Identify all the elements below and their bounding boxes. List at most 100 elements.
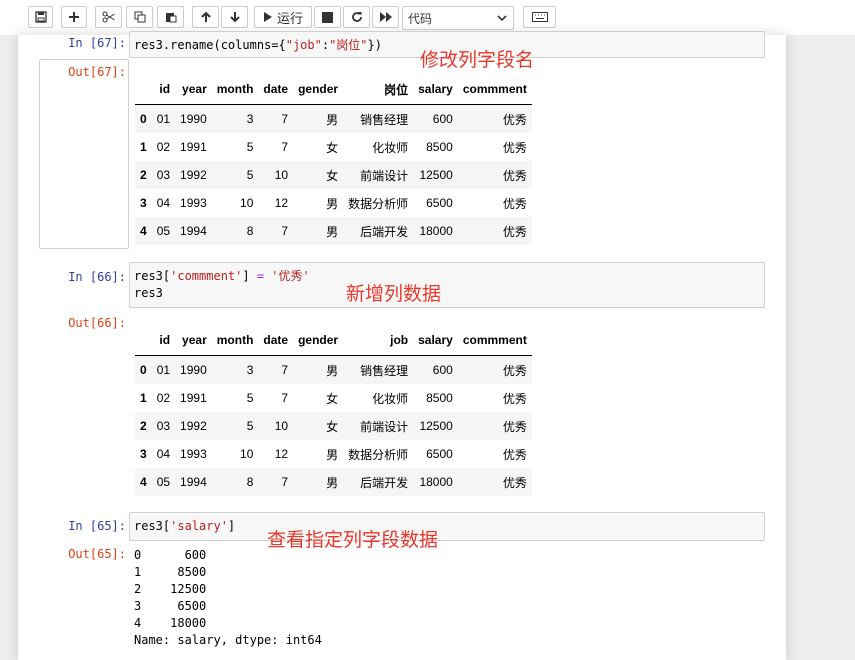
table-cell: 1993 xyxy=(180,196,207,210)
keyboard-icon xyxy=(531,12,548,22)
column-header: commment xyxy=(457,325,532,356)
code-string: 'salary' xyxy=(170,519,228,533)
column-header: year xyxy=(175,325,212,356)
table-row: 3 04 1993 10 12 男数据分析师 6500 优秀 xyxy=(135,189,532,217)
table-cell: 前端设计 xyxy=(360,419,409,434)
cell-type-select[interactable]: 代码 xyxy=(402,6,514,30)
column-header: date xyxy=(258,74,294,105)
table-cell: 男 xyxy=(326,196,339,211)
output-collapse-toggle[interactable] xyxy=(39,59,129,249)
table-cell: 女 xyxy=(326,140,339,155)
column-header xyxy=(135,325,152,356)
code-text: res3 xyxy=(134,286,163,300)
table-cell: 1990 xyxy=(180,363,207,377)
table-cell: 女 xyxy=(326,168,339,183)
table-cell: 7 xyxy=(281,475,289,489)
table-row: 0 01 1990 3 7 男 销售经理 600 优秀 xyxy=(135,104,532,133)
code-cell-65[interactable]: res3['salary'] xyxy=(129,512,765,541)
table-cell: 02 xyxy=(156,391,171,405)
code-cell-66[interactable]: res3['commment'] = '优秀' res3 xyxy=(129,262,765,308)
table-cell: 5 xyxy=(246,419,254,433)
cut-button[interactable] xyxy=(95,6,122,28)
annotation-rename: 修改列字段名 xyxy=(420,49,535,71)
table-cell: 6500 xyxy=(426,196,453,210)
table-cell: 优秀 xyxy=(502,196,527,211)
table-cell: 销售经理 xyxy=(360,363,409,378)
save-icon xyxy=(34,11,47,23)
column-header: gender xyxy=(293,74,344,105)
chevron-down-icon xyxy=(497,15,507,22)
insert-cell-button[interactable] xyxy=(61,6,87,28)
code-text: res3.rename(columns={ xyxy=(134,38,286,52)
row-index: 2 xyxy=(140,419,147,433)
series-output-65: 0 600 1 8500 2 12500 3 6500 4 18000 Name: sal… xyxy=(134,547,322,649)
notebook-container: In [67]: res3.rename(columns={"job":"岗位"… xyxy=(18,31,786,660)
dataframe-output-66: id year month date gender job salary commment 0 0… xyxy=(135,325,532,496)
table-cell: 10 xyxy=(240,196,254,210)
move-up-button[interactable] xyxy=(192,6,219,28)
table-cell: 优秀 xyxy=(502,363,527,378)
series-line: 0 600 xyxy=(134,548,207,562)
table-cell: 5 xyxy=(246,168,254,182)
table-row: 3 04 1993 10 12 男数据分析师 6500 优秀 xyxy=(135,440,532,468)
column-header: date xyxy=(258,325,294,356)
table-row: 2 03 1992 5 10 女 前端设计 12500 优秀 xyxy=(135,161,532,189)
copy-icon xyxy=(134,11,145,23)
table-header-row: id year month date gender 岗位 salary commment xyxy=(135,74,532,105)
table-row: 2 03 1992 5 10 女 前端设计 12500 优秀 xyxy=(135,412,532,440)
code-text: res3[ xyxy=(134,269,171,283)
row-index: 3 xyxy=(140,196,147,210)
table-cell: 后端开发 xyxy=(360,224,409,239)
column-header: salary xyxy=(413,325,458,356)
table-cell: 女 xyxy=(326,391,339,406)
table-cell: 前端设计 xyxy=(360,168,409,183)
table-cell: 1991 xyxy=(180,140,207,154)
restart-button[interactable] xyxy=(343,6,370,28)
table-cell: 化妆师 xyxy=(372,391,409,406)
table-cell: 12500 xyxy=(419,419,453,433)
table-cell: 优秀 xyxy=(502,391,527,406)
move-down-button[interactable] xyxy=(221,6,248,28)
row-index: 3 xyxy=(140,447,147,461)
table-cell: 销售经理 xyxy=(360,112,409,127)
code-text: : xyxy=(321,38,330,52)
table-cell: 男 xyxy=(326,224,339,239)
interrupt-button[interactable] xyxy=(314,6,341,28)
table-row: 0 01 1990 3 7 男 销售经理 600 优秀 xyxy=(135,355,532,384)
run-button[interactable]: 运行 xyxy=(254,6,312,28)
table-cell: 后端开发 xyxy=(360,475,409,490)
table-cell: 18000 xyxy=(419,224,453,238)
scissors-icon xyxy=(102,11,115,23)
table-cell: 男 xyxy=(326,447,339,462)
copy-button[interactable] xyxy=(126,6,153,28)
code-text: }) xyxy=(367,38,382,52)
table-cell: 7 xyxy=(281,363,289,377)
series-line: 3 6500 xyxy=(134,599,207,613)
table-cell: 女 xyxy=(326,419,339,434)
table-cell: 10 xyxy=(274,419,289,433)
column-header: salary xyxy=(413,74,458,105)
table-cell: 3 xyxy=(246,363,254,377)
table-cell: 5 xyxy=(246,140,254,154)
save-button[interactable] xyxy=(28,6,53,28)
table-cell: 12 xyxy=(274,196,289,210)
column-header: month xyxy=(211,74,259,105)
table-cell: 1990 xyxy=(180,112,207,126)
column-header: id xyxy=(151,325,176,356)
table-row: 4 05 1994 8 7 男 后端开发 18000 优秀 xyxy=(135,217,532,245)
cell-type-value: 代码 xyxy=(408,11,433,26)
table-cell: 1992 xyxy=(180,419,207,433)
row-index: 4 xyxy=(140,475,147,489)
command-palette-button[interactable] xyxy=(523,6,556,28)
code-text: ] xyxy=(227,519,236,533)
table-cell: 600 xyxy=(432,112,453,126)
table-cell: 3 xyxy=(246,112,254,126)
series-line: Name: salary, dtype: int64 xyxy=(134,633,322,647)
paste-button[interactable] xyxy=(157,6,184,28)
table-cell: 8500 xyxy=(426,140,453,154)
restart-run-all-button[interactable] xyxy=(372,6,399,28)
column-header: year xyxy=(175,74,212,105)
table-cell: 优秀 xyxy=(502,224,527,239)
code-text: res3[ xyxy=(134,519,171,533)
code-string: "job" xyxy=(285,38,322,52)
